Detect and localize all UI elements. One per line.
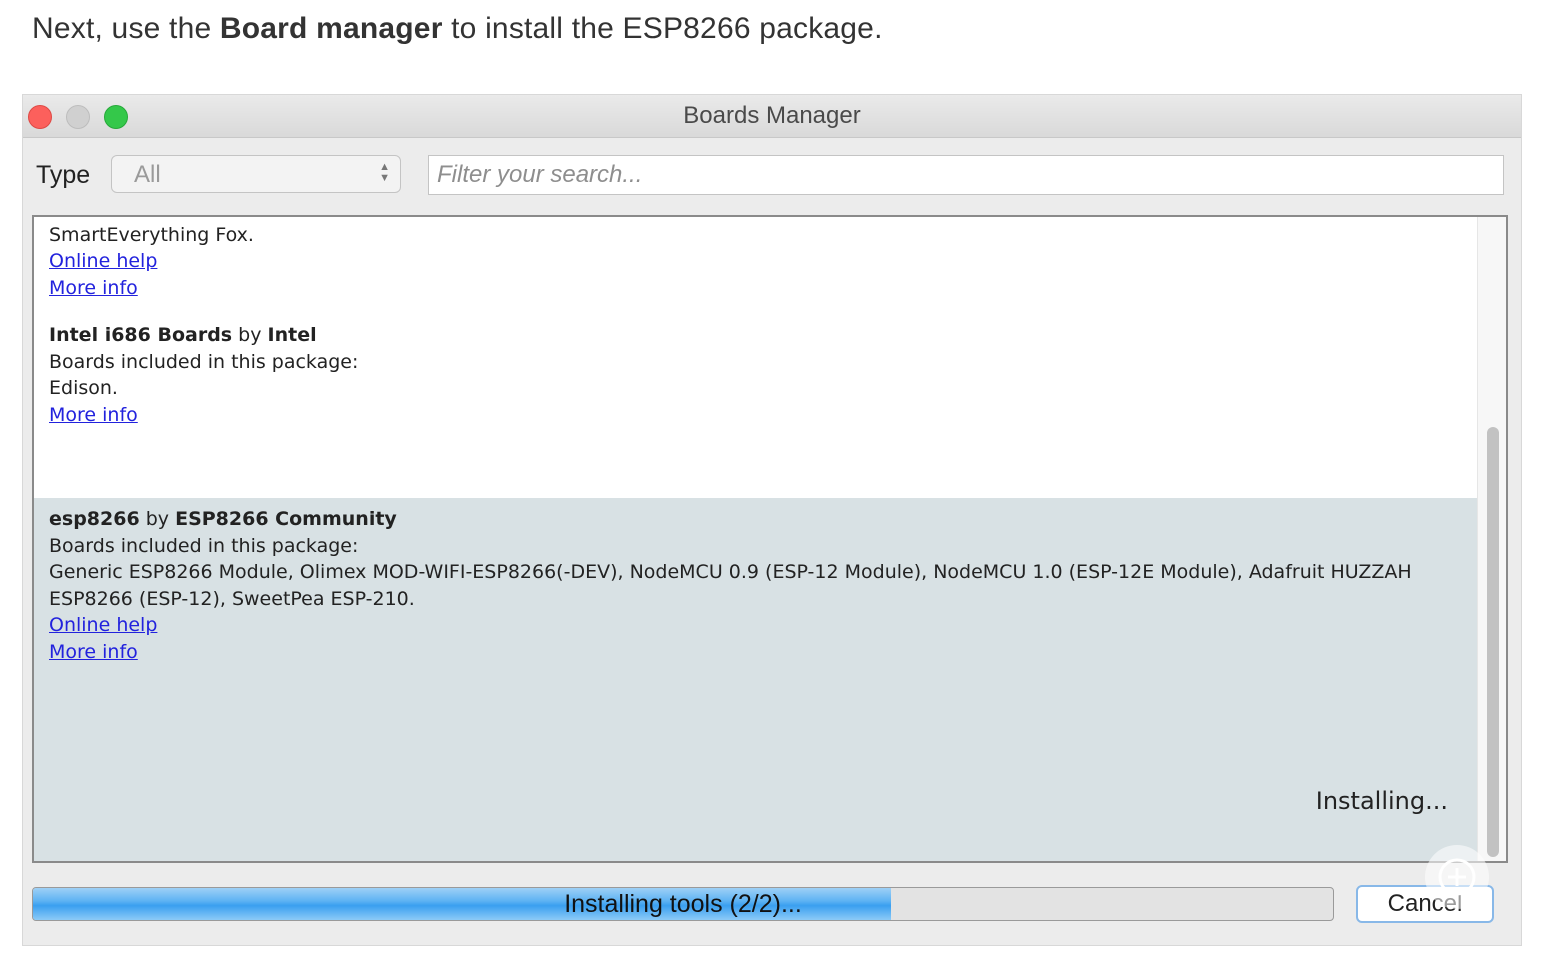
entry-name: esp8266 (49, 508, 140, 530)
board-entry-intel-i686[interactable]: Intel i686 Boards by Intel Boards includ… (34, 317, 1478, 497)
search-input[interactable] (428, 155, 1504, 195)
entry-boards-line1: Generic ESP8266 Module, Olimex MOD-WIFI-… (49, 561, 1412, 583)
boards-manager-window: Boards Manager Type All ▲▼ SmartEverythi… (22, 94, 1522, 946)
type-select[interactable]: All ▲ ▼ (111, 155, 401, 193)
type-select-value: All (134, 161, 161, 188)
more-info-link[interactable]: More info (49, 641, 138, 663)
more-info-link[interactable]: More info (49, 404, 138, 426)
intro-prefix: Next, use the (32, 12, 220, 45)
entry-author: ESP8266 Community (175, 508, 397, 530)
entry-included-label: Boards included in this package: (49, 535, 359, 557)
install-progress-bar: Installing tools (2/2)... (32, 887, 1334, 921)
scrollbar-thumb[interactable] (1487, 427, 1499, 857)
updown-arrows-icon: ▲ ▼ (379, 161, 390, 184)
board-entry-smarteverything[interactable]: SmartEverything Fox. Online help More in… (34, 217, 1478, 317)
entry-boards: Edison. (49, 377, 118, 399)
window-title: Boards Manager (683, 102, 861, 129)
entry-by: by (238, 324, 262, 346)
entry-included-label: Boards included in this package: (49, 351, 359, 373)
progress-label: Installing tools (2/2)... (564, 890, 802, 918)
intro-suffix: to install the ESP8266 package. (442, 12, 883, 45)
entry-by: by (145, 508, 170, 530)
online-help-link[interactable]: Online help (49, 614, 157, 636)
boards-list[interactable]: SmartEverything Fox. Online help More in… (32, 215, 1508, 863)
online-help-link[interactable]: Online help (49, 250, 157, 272)
entry-name: Intel i686 Boards (49, 324, 233, 346)
installing-status: Installing... (1315, 787, 1448, 815)
entry-heading: esp8266 by ESP8266 Community (49, 508, 397, 530)
intro-bold: Board manager (219, 12, 443, 45)
more-info-link[interactable]: More info (49, 277, 138, 299)
entry-author: Intel (267, 324, 317, 346)
entry-boards-line2: ESP8266 (ESP-12), SweetPea ESP-210. (49, 588, 415, 610)
entry-heading: Intel i686 Boards by Intel (49, 324, 317, 346)
title-bar[interactable]: Boards Manager (23, 95, 1521, 138)
intro-text: Next, use the Board manager to install t… (32, 12, 883, 46)
list-scrollbar[interactable] (1477, 217, 1506, 861)
type-label: Type (36, 161, 91, 189)
entry-text: SmartEverything Fox. (49, 224, 254, 246)
zoom-in-icon[interactable] (1425, 845, 1489, 909)
board-entry-esp8266[interactable]: esp8266 by ESP8266 Community Boards incl… (34, 498, 1478, 861)
